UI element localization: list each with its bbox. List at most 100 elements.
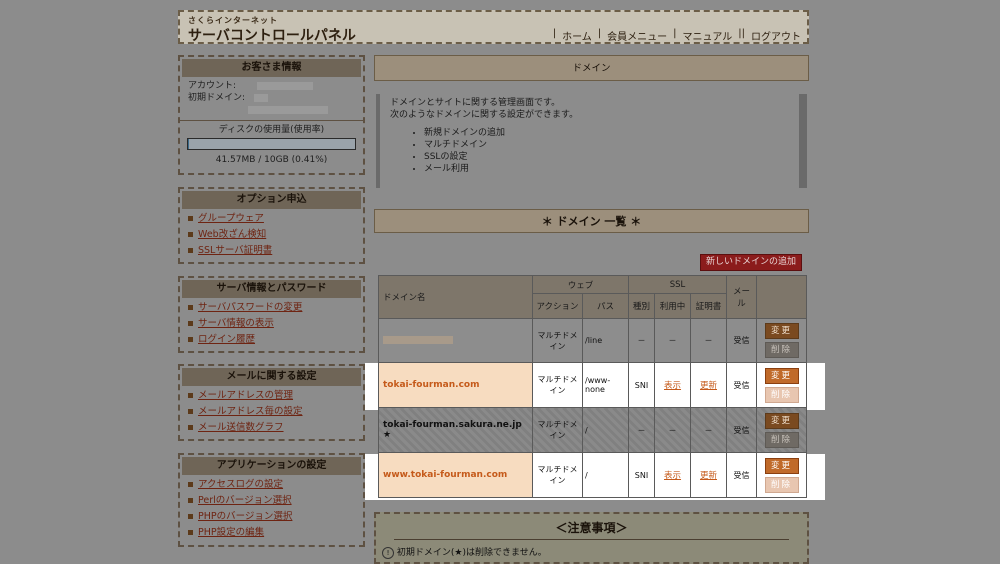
link-perl-version[interactable]: Perlのバージョン選択 (188, 494, 363, 507)
mail-cell: 受信 (726, 318, 758, 363)
col-action: アクション (532, 293, 583, 319)
mail-settings-title: メールに関する設定 (182, 368, 361, 386)
edit-button[interactable]: 変更 (764, 323, 799, 339)
action-cell: マルチドメイン (532, 452, 583, 498)
link-web-tamper-detect[interactable]: Web改ざん検知 (188, 228, 363, 241)
link-groupware[interactable]: グループウェア (188, 212, 363, 225)
path-cell: / (581, 407, 630, 453)
ssl-cert-cell: 更新 (690, 362, 728, 408)
feature-item: メール利用 (424, 163, 799, 175)
link-mail-address-manage[interactable]: メールアドレスの管理 (188, 389, 363, 402)
nav-logout[interactable]: ログアウト (751, 28, 801, 43)
disk-usage-value: 41.57MB / 10GB (0.41%) (215, 155, 328, 165)
feature-item: SSLの設定 (424, 151, 799, 163)
ssl-use-cell: － (654, 407, 692, 453)
table-row: マルチドメイン /line － － － 受信 変更 削除 (378, 318, 808, 363)
nav-manual[interactable]: マニュアル (683, 28, 733, 43)
notice-title: ＜注意事項＞ (555, 521, 628, 535)
domain-list-title: ＊ ドメイン 一覧 ＊ (374, 209, 809, 233)
options-panel: オプション申込 グループウェア Web改ざん検知 SSLサーバ証明書 (178, 187, 365, 264)
disk-usage-title: ディスクの使用量(使用率) (218, 125, 325, 135)
ssl-show-link[interactable]: 表示 (664, 381, 681, 391)
options-title: オプション申込 (182, 191, 361, 209)
server-info-panel: サーバ情報とパスワード サーバパスワードの変更 サーバ情報の表示 ログイン履歴 (178, 276, 365, 353)
ssl-use-cell: － (654, 318, 692, 363)
edit-button[interactable]: 変更 (764, 457, 799, 474)
domain-cell-blurred (378, 318, 533, 363)
link-access-log[interactable]: アクセスログの設定 (188, 478, 363, 491)
col-ssl: SSL (628, 275, 728, 294)
delete-button[interactable]: 削除 (764, 431, 799, 448)
mail-cell: 受信 (726, 452, 758, 498)
feature-item: マルチドメイン (424, 139, 799, 151)
server-info-title: サーバ情報とパスワード (182, 280, 361, 298)
nav-member-menu[interactable]: 会員メニュー (607, 28, 667, 43)
domain-cell[interactable]: tokai-fourman.com (378, 362, 533, 408)
disk-usage-fill (188, 139, 189, 149)
app-settings-panel: アプリケーションの設定 アクセスログの設定 Perlのバージョン選択 PHPのバ… (178, 453, 365, 547)
ssl-cert-cell: － (690, 407, 728, 453)
initial-domain-blurred-2 (248, 105, 328, 114)
edit-button[interactable]: 変更 (764, 412, 799, 429)
info-icon: ! (382, 547, 394, 559)
link-mail-send-graph[interactable]: メール送信数グラフ (188, 421, 363, 434)
add-domain-button[interactable]: 新しいドメインの追加 (700, 254, 802, 271)
top-nav: | ホーム | 会員メニュー | マニュアル || ログアウト (552, 28, 801, 43)
col-ssl-in-use: 利用中 (654, 293, 692, 319)
buttons-cell: 変更 削除 (756, 318, 808, 363)
delete-button[interactable]: 削除 (764, 386, 799, 403)
account-value-blurred (256, 81, 313, 90)
ssl-type-cell: － (628, 318, 656, 363)
path-cell: /www-none (581, 362, 630, 408)
delete-button[interactable]: 削除 (764, 476, 799, 493)
domain-cell: tokai-fourman.sakura.ne.jp ★ (378, 407, 533, 453)
action-cell: マルチドメイン (532, 407, 583, 453)
mail-cell: 受信 (726, 407, 758, 453)
ssl-cert-cell: 更新 (690, 452, 728, 498)
ssl-show-link[interactable]: 表示 (664, 471, 681, 481)
desc-line-1: ドメインとサイトに関する管理画面です。 (390, 98, 561, 108)
ssl-renew-link[interactable]: 更新 (700, 381, 717, 391)
ssl-use-cell: 表示 (654, 452, 692, 498)
action-cell: マルチドメイン (532, 318, 583, 363)
customer-info-title: お客さま情報 (182, 59, 361, 77)
section-description: ドメインとサイトに関する管理画面です。 次のようなドメインに関する設定ができます… (376, 94, 807, 188)
feature-item: 新規ドメインの追加 (424, 127, 799, 139)
path-cell: /line (581, 318, 630, 363)
table-row: www.tokai-fourman.com マルチドメイン / SNI 表示 更… (378, 452, 808, 498)
link-login-history[interactable]: ログイン履歴 (188, 333, 363, 346)
col-buttons (756, 275, 808, 319)
buttons-cell: 変更 削除 (756, 452, 808, 498)
ssl-type-cell: SNI (628, 452, 656, 498)
col-ssl-type: 種別 (628, 293, 656, 319)
col-path: パス (581, 293, 630, 319)
link-mail-address-settings[interactable]: メールアドレス毎の設定 (188, 405, 363, 418)
path-cell: / (581, 452, 630, 498)
feature-list: 新規ドメインの追加 マルチドメイン SSLの設定 メール利用 (390, 127, 799, 175)
delete-button[interactable]: 削除 (764, 342, 799, 358)
disk-usage-bar (187, 138, 356, 150)
link-ssl-certificate[interactable]: SSLサーバ証明書 (188, 244, 363, 257)
domain-cell[interactable]: www.tokai-fourman.com (378, 452, 533, 498)
mail-settings-panel: メールに関する設定 メールアドレスの管理 メールアドレス毎の設定 メール送信数グ… (178, 364, 365, 441)
link-php-settings[interactable]: PHP設定の編集 (188, 526, 363, 539)
logo-title: サーバコントロールパネル (188, 28, 356, 44)
col-web: ウェブ (531, 275, 630, 294)
link-php-version[interactable]: PHPのバージョン選択 (188, 510, 363, 523)
col-domain-name: ドメイン名 (378, 275, 533, 319)
link-server-info[interactable]: サーバ情報の表示 (188, 317, 363, 330)
initial-domain-label: 初期ドメイン: (188, 93, 246, 103)
app-settings-title: アプリケーションの設定 (182, 457, 361, 475)
account-label: アカウント: (188, 81, 237, 91)
notice-text: 初期ドメイン(★)は削除できません。 (396, 548, 547, 558)
link-change-password[interactable]: サーバパスワードの変更 (188, 301, 363, 314)
ssl-renew-link[interactable]: 更新 (700, 471, 717, 481)
nav-home[interactable]: ホーム (562, 28, 592, 43)
edit-button[interactable]: 変更 (764, 367, 799, 384)
initial-domain-blurred (253, 93, 268, 102)
ssl-type-cell: SNI (628, 362, 656, 408)
ssl-cert-cell: － (690, 318, 728, 363)
domain-table: ドメイン名 ウェブ SSL メール アクション パス 種別 利用中 証明書 マル… (378, 275, 808, 498)
ssl-use-cell: 表示 (654, 362, 692, 408)
table-row: tokai-fourman.sakura.ne.jp ★ マルチドメイン / －… (378, 407, 808, 453)
